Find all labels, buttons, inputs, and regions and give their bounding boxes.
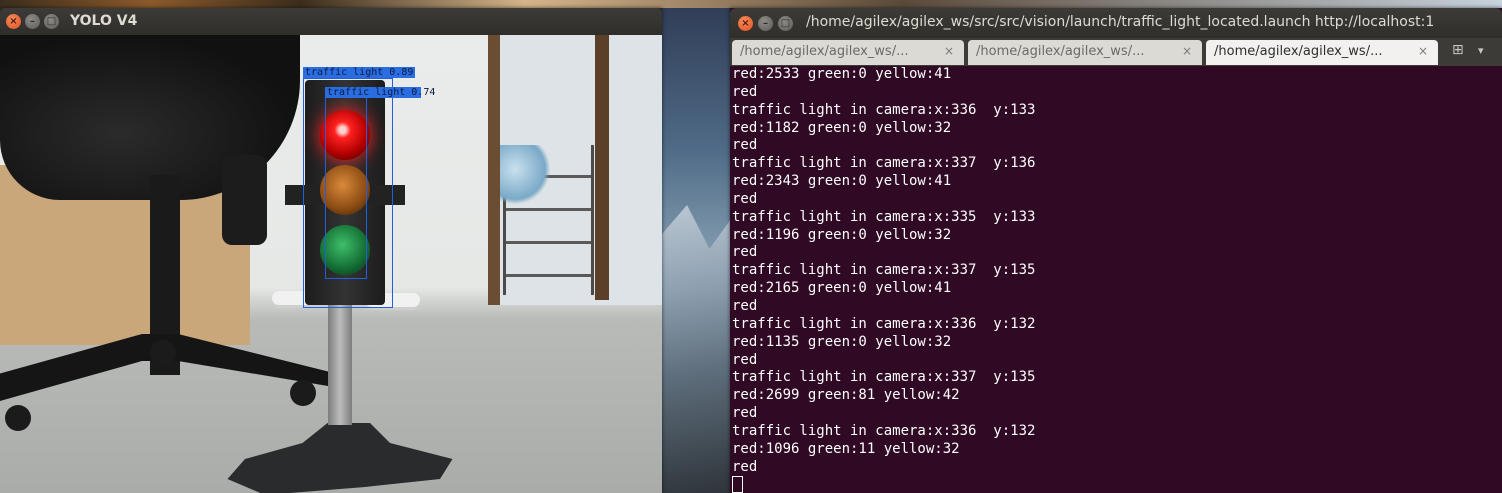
tab-close-icon[interactable]: ×	[1182, 44, 1192, 58]
detection-label: traffic light 0.74	[325, 87, 436, 98]
terminal-line: traffic light in camera:x:336 y:132	[732, 422, 1036, 439]
tab-label: /home/agilex/agilex_ws/...	[1214, 44, 1383, 59]
window-title: YOLO V4	[70, 13, 138, 29]
tab-label: /home/agilex/agilex_ws/...	[740, 44, 909, 59]
chair-wheel	[150, 340, 176, 366]
terminal-line: red	[732, 244, 758, 261]
terminal-line: red	[732, 458, 758, 475]
terminal-tab[interactable]: /home/agilex/agilex_ws/... ×	[732, 40, 964, 65]
maximize-window-icon[interactable]: □	[44, 14, 59, 29]
camera-feed: traffic light 0.89 traffic light 0.74	[0, 35, 662, 493]
close-window-icon[interactable]: ×	[738, 16, 753, 31]
yolo-titlebar[interactable]: × – □ YOLO V4	[0, 8, 662, 35]
window-title: /home/agilex/agilex_ws/src/src/vision/la…	[806, 14, 1435, 30]
terminal-line: traffic light in camera:x:337 y:136	[732, 155, 1036, 172]
terminal-line: traffic light in camera:x:336 y:133	[732, 101, 1036, 118]
detection-box	[325, 97, 367, 279]
terminal-line: red	[732, 405, 758, 422]
terminal-line: traffic light in camera:x:335 y:133	[732, 208, 1036, 225]
terminal-line: red:2699 green:81 yellow:42	[732, 387, 960, 404]
terminal-line: red	[732, 190, 758, 207]
maximize-window-icon[interactable]: □	[778, 16, 793, 31]
door-frame-right	[595, 35, 609, 300]
terminal-cursor-line	[732, 476, 1500, 493]
terminal-tab[interactable]: /home/agilex/agilex_ws/... ×	[968, 40, 1202, 65]
tab-close-icon[interactable]: ×	[944, 44, 954, 58]
terminal-line: traffic light in camera:x:337 y:135	[732, 369, 1036, 386]
terminal-line: red	[732, 137, 758, 154]
terminal-tab-active[interactable]: /home/agilex/agilex_ws/... ×	[1206, 40, 1438, 65]
terminal-line: red	[732, 351, 758, 368]
terminal-line: red	[732, 83, 758, 100]
chair-wheel	[290, 380, 316, 406]
terminal-output[interactable]: red:2533 green:0 yellow:41 red traffic lig…	[732, 66, 1500, 493]
new-tab-icon[interactable]: ⊞	[1452, 42, 1464, 58]
terminal-line: red	[732, 297, 758, 314]
close-window-icon[interactable]: ×	[6, 14, 21, 29]
terminal-line: traffic light in camera:x:336 y:132	[732, 315, 1036, 332]
terminal-line: red:1135 green:0 yellow:32	[732, 333, 952, 350]
terminal-line: red:2165 green:0 yellow:41	[732, 280, 952, 297]
terminal-line: red:2533 green:0 yellow:41	[732, 66, 952, 82]
office-chair-arm	[222, 155, 267, 245]
terminal-titlebar[interactable]: × – □ /home/agilex/agilex_ws/src/src/vis…	[730, 8, 1502, 38]
terminal-line: traffic light in camera:x:337 y:135	[732, 262, 1036, 279]
text-cursor	[732, 476, 743, 493]
tab-close-icon[interactable]: ×	[1418, 44, 1428, 58]
tab-label: /home/agilex/agilex_ws/...	[976, 44, 1145, 59]
desktop-top-strip	[0, 0, 1502, 8]
yolo-window: × – □ YOLO V4 traffic light 0.89 traffic…	[0, 8, 662, 493]
terminal-line: red:1096 green:11 yellow:32	[732, 440, 960, 457]
traffic-light-pole	[328, 305, 352, 425]
background-bottles	[500, 145, 550, 205]
minimize-window-icon[interactable]: –	[25, 14, 40, 29]
chair-wheel	[5, 405, 31, 431]
tab-bar: /home/agilex/agilex_ws/... × /home/agile…	[730, 38, 1502, 66]
traffic-light-base	[227, 423, 453, 493]
minimize-window-icon[interactable]: –	[758, 16, 773, 31]
door-frame-left	[488, 35, 500, 305]
detection-label: traffic light 0.89	[303, 67, 416, 78]
terminal-line: red:2343 green:0 yellow:41	[732, 173, 952, 190]
terminal-window: × – □ /home/agilex/agilex_ws/src/src/vis…	[730, 8, 1502, 493]
tab-menu-chevron-icon[interactable]: ▾	[1478, 44, 1484, 57]
terminal-line: red:1182 green:0 yellow:32	[732, 119, 952, 136]
terminal-line: red:1196 green:0 yellow:32	[732, 226, 952, 243]
